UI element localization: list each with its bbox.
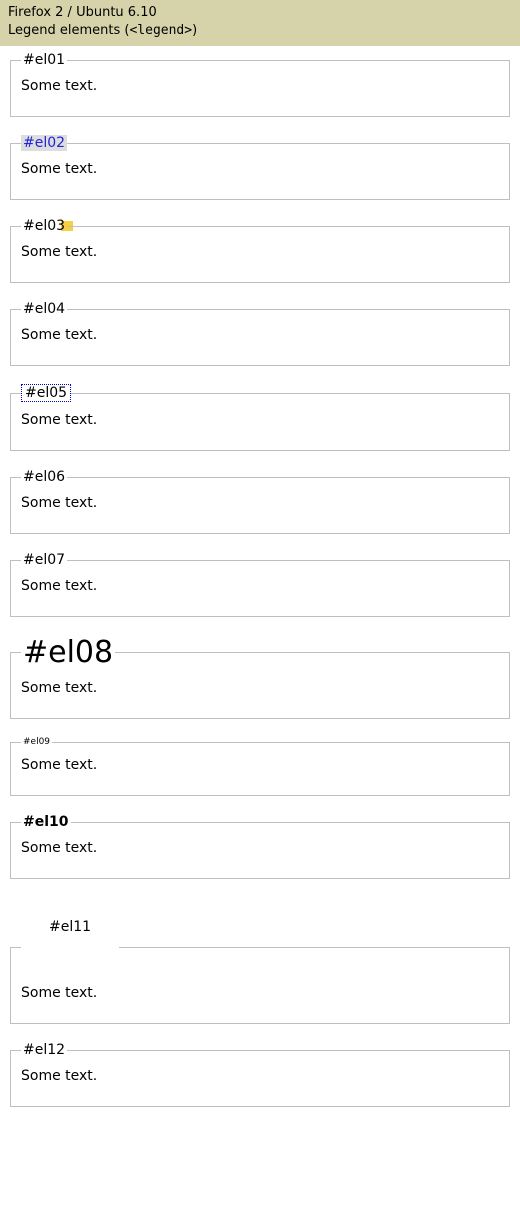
fieldset-el02: #el02 Some text. [10,135,510,200]
legend-el05: #el05 [21,384,71,402]
fieldset-el11: #el11 Some text. [10,919,510,1024]
body-text: Some text. [21,680,499,696]
body-text: Some text. [21,161,499,177]
header-line-2-mono: <legend> [129,23,192,38]
legend-el12: #el12 [21,1042,67,1058]
fieldset-el12: #el12 Some text. [10,1042,510,1107]
examples-container: #el01 Some text. #el02 Some text. #el03 Some … [0,46,520,1107]
legend-el06: #el06 [21,469,67,485]
body-text: Some text. [21,495,499,511]
fieldset-el05: #el05 Some text. [10,384,510,451]
fieldset-el09: #el09 Some text. [10,737,510,796]
fieldset-el03: #el03 Some text. [10,218,510,283]
header-line-2: Legend elements (<legend>) [8,22,512,40]
body-text: Some text. [21,327,499,343]
fieldset-el01: #el01 Some text. [10,52,510,117]
page-header: Firefox 2 / Ubuntu 6.10 Legend elements … [0,0,520,46]
body-text: Some text. [21,412,499,428]
body-text: Some text. [21,985,499,1001]
legend-el07: #el07 [21,552,67,568]
fieldset-el04: #el04 Some text. [10,301,510,366]
body-text: Some text. [21,757,499,773]
legend-el01: #el01 [21,52,67,68]
legend-el10: #el10 [21,814,71,830]
legend-el04: #el04 [21,301,67,317]
body-text: Some text. [21,1068,499,1084]
fieldset-el07: #el07 Some text. [10,552,510,617]
header-line-2-suffix: ) [192,23,197,38]
legend-el08: #el08 [21,635,115,670]
body-text: Some text. [21,78,499,94]
fieldset-el10: #el10 Some text. [10,814,510,879]
legend-el02: #el02 [21,135,67,151]
header-line-2-prefix: Legend elements ( [8,23,129,38]
legend-el11: #el11 [21,919,119,975]
fieldset-el06: #el06 Some text. [10,469,510,534]
fieldset-el08: #el08 Some text. [10,635,510,719]
legend-el03: #el03 [21,218,67,234]
header-line-1: Firefox 2 / Ubuntu 6.10 [8,4,512,22]
legend-el09: #el09 [21,737,52,747]
body-text: Some text. [21,840,499,856]
body-text: Some text. [21,244,499,260]
body-text: Some text. [21,578,499,594]
